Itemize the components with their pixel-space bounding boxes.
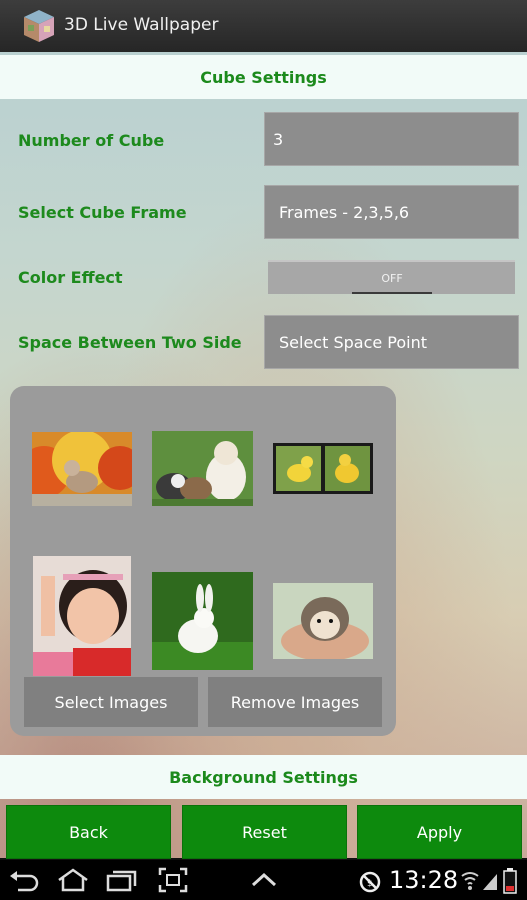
- apply-button[interactable]: Apply: [357, 805, 522, 859]
- screenshot-icon[interactable]: [158, 867, 188, 893]
- bird-image-icon: [32, 432, 132, 506]
- status-clock: 13:28: [389, 866, 459, 894]
- reset-button[interactable]: Reset: [182, 805, 347, 859]
- number-of-cube-field[interactable]: 3: [264, 112, 519, 166]
- thumbnail-rabbit[interactable]: [152, 572, 253, 670]
- thumbnail-baby[interactable]: [33, 556, 131, 676]
- do-not-disturb-icon: $: [359, 871, 381, 893]
- cube-frame-label: Select Cube Frame: [18, 203, 187, 222]
- background-settings-header[interactable]: Background Settings: [0, 755, 527, 799]
- svg-text:$: $: [367, 879, 373, 889]
- color-effect-toggle[interactable]: OFF: [268, 260, 515, 294]
- number-of-cube-label: Number of Cube: [18, 131, 165, 150]
- recent-apps-icon[interactable]: [106, 868, 138, 892]
- thumbnail-chicks[interactable]: [273, 443, 373, 494]
- thumbnail-hedgehog[interactable]: [273, 583, 373, 659]
- hedgehog-image-icon: [273, 583, 373, 659]
- thumbnail-bird[interactable]: [32, 432, 132, 506]
- home-nav-icon[interactable]: [56, 867, 90, 893]
- title-bar: 3D Live Wallpaper: [0, 0, 527, 52]
- back-button[interactable]: Back: [6, 805, 171, 859]
- signal-icon: [483, 874, 497, 890]
- space-between-label: Space Between Two Side: [18, 333, 242, 352]
- thumbnail-puppies[interactable]: [152, 431, 253, 506]
- remove-images-button[interactable]: Remove Images: [208, 677, 382, 727]
- cube-settings-header: Cube Settings: [0, 55, 527, 99]
- select-images-button[interactable]: Select Images: [24, 677, 198, 727]
- space-point-selector[interactable]: Select Space Point: [264, 315, 519, 369]
- color-effect-label: Color Effect: [18, 268, 123, 287]
- app-cube-icon: [24, 10, 54, 42]
- chicks-image-icon: [273, 443, 373, 494]
- wifi-icon: [461, 872, 479, 890]
- toggle-state: OFF: [352, 264, 432, 294]
- app-title: 3D Live Wallpaper: [64, 15, 219, 35]
- cube-frame-selector[interactable]: Frames - 2,3,5,6: [264, 185, 519, 239]
- back-nav-icon[interactable]: [8, 868, 40, 892]
- battery-icon: [503, 868, 517, 894]
- rabbit-image-icon: [152, 572, 253, 670]
- baby-image-icon: [33, 556, 131, 676]
- chevron-up-icon[interactable]: [250, 872, 278, 888]
- puppies-image-icon: [152, 431, 253, 506]
